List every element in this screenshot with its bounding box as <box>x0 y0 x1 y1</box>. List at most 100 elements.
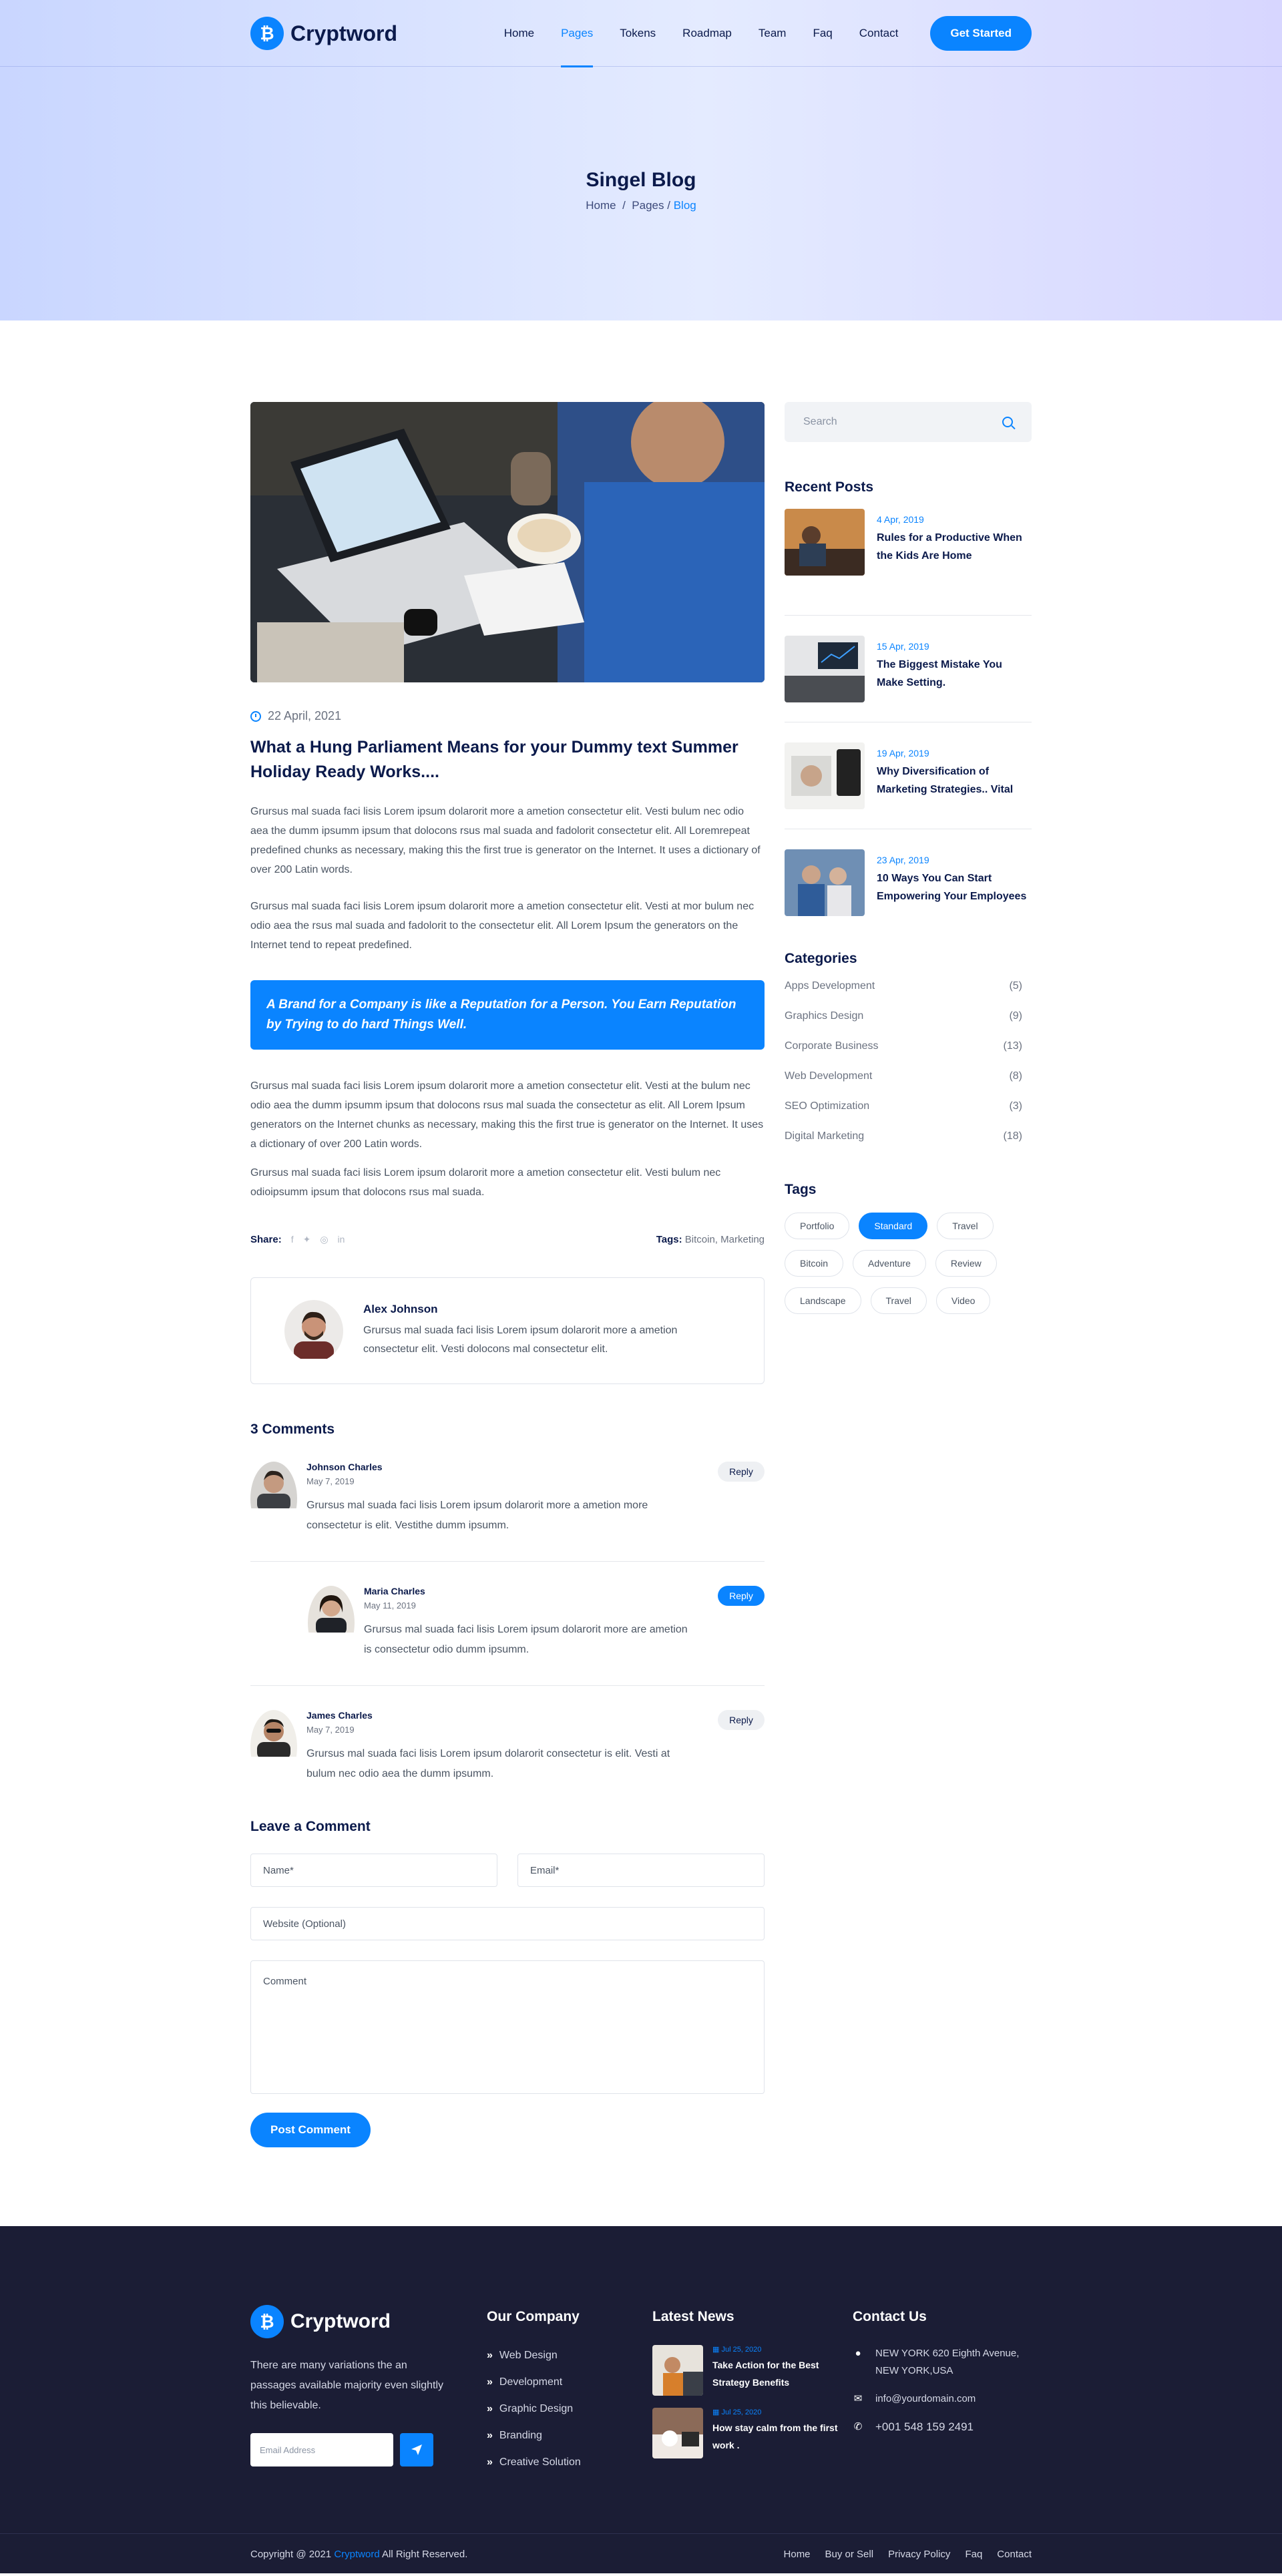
footer-bottom-link-home[interactable]: Home <box>784 2549 811 2560</box>
category-item[interactable]: Apps Development (5) <box>785 971 1032 1001</box>
footer-link[interactable]: » Graphic Design <box>487 2396 652 2422</box>
footer-news-item[interactable]: ▦ Jul 25, 2020 How stay calm from the fi… <box>652 2408 853 2458</box>
footer-news-item[interactable]: ▦ Jul 25, 2020 Take Action for the Best … <box>652 2345 853 2396</box>
breadcrumb-pages[interactable]: Pages <box>632 199 664 212</box>
category-item[interactable]: Corporate Business (13) <box>785 1031 1032 1061</box>
category-count: (8) <box>1009 1070 1022 1082</box>
footer-bottom-link-faq[interactable]: Faq <box>965 2549 982 2560</box>
email-field[interactable]: Email* <box>517 1854 765 1887</box>
post-paragraph: Grursus mal suada faci lisis Lorem ipsum… <box>250 1167 721 1198</box>
double-chevron-icon: » <box>487 2403 493 2414</box>
newsletter-email-input[interactable]: Email Address <box>250 2433 393 2466</box>
nav-team[interactable]: Team <box>759 0 787 67</box>
categories-title: Categories <box>785 951 857 966</box>
breadcrumb-home[interactable]: Home <box>586 199 616 212</box>
contact-email[interactable]: ✉ info@yourdomain.com <box>853 2390 1032 2408</box>
nav-home[interactable]: Home <box>504 0 534 67</box>
blog-sidebar: Search Recent Posts 4 Apr, 2019 Rules fo… <box>785 402 1032 2147</box>
tag-item[interactable]: Bitcoin <box>785 1250 844 1277</box>
recent-post-title[interactable]: Why Diversification of Marketing Strateg… <box>877 763 1032 799</box>
post-paragraph: Grursus mal suada faci lisis Lorem ipsum… <box>250 1080 764 1150</box>
tags-value[interactable]: Bitcoin, Marketing <box>685 1234 765 1245</box>
footer-bottom-link-contact[interactable]: Contact <box>997 2549 1032 2560</box>
tag-item[interactable]: Video <box>935 1287 991 1314</box>
comment-item: James Charles May 7, 2019 Grursus mal su… <box>250 1710 765 1809</box>
calendar-icon: ▦ <box>712 2408 722 2416</box>
site-logo[interactable]: ₿ Cryptword <box>250 17 397 50</box>
breadcrumb-separator: / <box>667 199 670 212</box>
recent-post-item[interactable]: 23 Apr, 2019 10 Ways You Can Start Empow… <box>785 829 1032 936</box>
double-chevron-icon: » <box>487 2456 493 2468</box>
recent-post-title[interactable]: Rules for a Productive When the Kids Are… <box>877 529 1032 565</box>
category-item[interactable]: SEO Optimization (3) <box>785 1091 1032 1121</box>
footer-link[interactable]: » Development <box>487 2369 652 2396</box>
commenter-avatar <box>250 1710 297 1784</box>
website-field[interactable]: Website (Optional) <box>250 1907 765 1940</box>
share-row: Share: f ✦ ◎ in Tags: Bitcoin, Marketing <box>250 1234 765 1245</box>
tag-item-active[interactable]: Standard <box>859 1213 928 1239</box>
reply-button[interactable]: Reply <box>718 1586 765 1606</box>
reply-button[interactable]: Reply <box>718 1462 765 1482</box>
category-item[interactable]: Digital Marketing (18) <box>785 1121 1032 1151</box>
copyright-brand[interactable]: Cryptword <box>334 2549 379 2560</box>
category-count: (3) <box>1009 1100 1022 1112</box>
footer-link[interactable]: » Creative Solution <box>487 2449 652 2476</box>
news-title[interactable]: Take Action for the Best Strategy Benefi… <box>712 2356 853 2391</box>
nav-pages[interactable]: Pages <box>561 0 594 67</box>
share-icons: f ✦ ◎ in <box>291 1234 345 1245</box>
tag-item[interactable]: Portfolio <box>785 1213 850 1239</box>
recent-post-title[interactable]: 10 Ways You Can Start Empowering Your Em… <box>877 869 1032 905</box>
category-item[interactable]: Graphics Design (9) <box>785 1001 1032 1031</box>
tag-item[interactable]: Review <box>935 1250 997 1277</box>
news-date: ▦ Jul 25, 2020 <box>712 2346 762 2354</box>
recent-post-thumbnail <box>785 636 865 702</box>
recent-post-thumbnail <box>785 849 865 916</box>
post-comment-button[interactable]: Post Comment <box>250 2113 371 2147</box>
reply-button[interactable]: Reply <box>718 1710 765 1730</box>
recent-post-item[interactable]: 15 Apr, 2019 The Biggest Mistake You Mak… <box>785 616 1032 722</box>
nav-roadmap[interactable]: Roadmap <box>682 0 732 67</box>
tag-item[interactable]: Travel <box>937 1213 994 1239</box>
breadcrumb: Home / Pages / Blog <box>0 199 1282 212</box>
get-started-button[interactable]: Get Started <box>930 16 1032 51</box>
news-title[interactable]: How stay calm from the first work . <box>712 2419 853 2454</box>
nav-tokens[interactable]: Tokens <box>620 0 656 67</box>
facebook-icon[interactable]: f <box>291 1234 294 1245</box>
linkedin-icon[interactable]: in <box>338 1234 345 1245</box>
tag-item[interactable]: Travel <box>870 1287 927 1314</box>
footer-news: Latest News ▦ Jul 25, 2020 Take Action f… <box>652 2305 853 2476</box>
footer-link[interactable]: » Branding <box>487 2422 652 2449</box>
contact-phone[interactable]: ✆ +001 548 159 2491 <box>853 2418 1032 2436</box>
nav-faq[interactable]: Faq <box>813 0 832 67</box>
author-name: Alex Johnson <box>363 1303 438 1315</box>
name-field[interactable]: Name* <box>250 1854 497 1887</box>
category-count: (18) <box>1003 1130 1022 1142</box>
search-input[interactable]: Search <box>785 402 1032 442</box>
tag-item[interactable]: Landscape <box>785 1287 861 1314</box>
clock-icon <box>250 710 261 722</box>
twitter-icon[interactable]: ✦ <box>303 1234 311 1245</box>
recent-post-item[interactable]: 19 Apr, 2019 Why Diversification of Mark… <box>785 722 1032 829</box>
recent-post-item[interactable]: 4 Apr, 2019 Rules for a Productive When … <box>785 509 1032 616</box>
footer-logo[interactable]: ₿ Cryptword <box>250 2305 487 2338</box>
recent-post-title[interactable]: The Biggest Mistake You Make Setting. <box>877 656 1032 692</box>
page-hero: ₿ Cryptword Home Pages Tokens Roadmap Te… <box>0 0 1282 320</box>
comment-text: Grursus mal suada faci lisis Lorem ipsum… <box>306 1748 670 1779</box>
recent-posts-list: 4 Apr, 2019 Rules for a Productive When … <box>785 509 1032 936</box>
newsletter-send-button[interactable] <box>400 2433 433 2466</box>
category-name: Digital Marketing <box>785 1130 865 1142</box>
footer-bottom-link-buy-sell[interactable]: Buy or Sell <box>825 2549 874 2560</box>
name-email-row: Name* Email* <box>250 1854 765 1887</box>
phone-icon: ✆ <box>853 2421 863 2432</box>
nav-contact[interactable]: Contact <box>859 0 899 67</box>
tag-item[interactable]: Adventure <box>853 1250 926 1277</box>
comment-textarea[interactable]: Comment <box>250 1960 765 2094</box>
commenter-avatar <box>250 1462 297 1536</box>
commenter-name: James Charles <box>306 1710 373 1721</box>
footer-bottom-link-privacy[interactable]: Privacy Policy <box>888 2549 950 2560</box>
category-item[interactable]: Web Development (8) <box>785 1061 1032 1091</box>
footer-company: Our Company » Web Design » Development » Gr… <box>487 2305 652 2476</box>
search-icon[interactable] <box>1002 417 1013 427</box>
instagram-icon[interactable]: ◎ <box>320 1234 328 1245</box>
footer-link[interactable]: » Web Design <box>487 2342 652 2369</box>
